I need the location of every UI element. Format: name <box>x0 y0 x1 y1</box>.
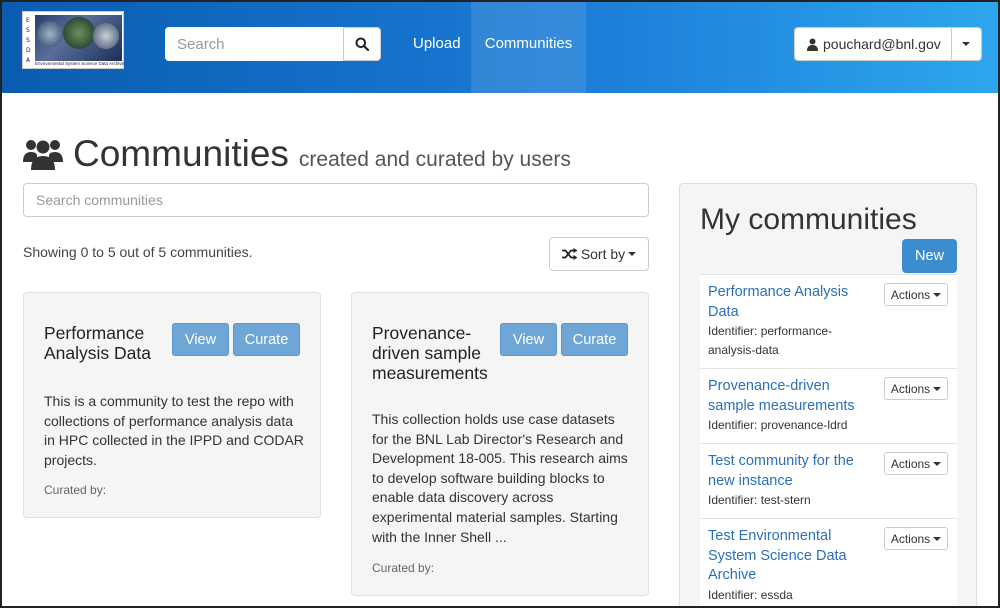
caret-down-icon <box>933 292 942 297</box>
community-card-description: This collection holds use case datasets … <box>372 411 628 545</box>
community-identifier: Identifier: test-stern <box>708 493 811 507</box>
actions-dropdown-button[interactable]: Actions <box>884 527 948 550</box>
logo-image-collage <box>35 15 122 61</box>
community-card-title: Performance Analysis Data <box>44 323 151 363</box>
search-icon <box>355 37 369 51</box>
community-identifier: Identifier: essda <box>708 587 793 602</box>
user-account-button[interactable]: pouchard@bnl.gov <box>794 27 952 61</box>
list-item: Test community for the new instance Iden… <box>700 443 957 518</box>
actions-dropdown-button[interactable]: Actions <box>884 452 948 475</box>
users-group-icon <box>23 140 63 170</box>
community-link[interactable]: Performance Analysis Data <box>708 283 868 322</box>
curated-by-label: Curated by: <box>372 561 435 575</box>
my-communities-panel: My communities New Performance Analysis … <box>679 183 977 608</box>
search-button[interactable] <box>343 27 381 61</box>
page-subtitle: created and curated by users <box>298 148 571 171</box>
essda-logo[interactable]: E S S D A Environmental System Science D… <box>22 11 124 69</box>
user-icon <box>807 38 818 51</box>
nav-communities[interactable]: Communities <box>471 0 586 93</box>
community-card-description: This is a community to test the repo wit… <box>44 393 304 468</box>
sort-by-button[interactable]: Sort by <box>549 237 649 271</box>
community-link[interactable]: Provenance-driven sample measurements <box>708 377 868 416</box>
community-card: Provenance-driven sample measurements Vi… <box>351 292 649 596</box>
communities-search-input[interactable] <box>23 183 649 217</box>
new-community-button[interactable]: New <box>902 239 957 273</box>
curated-by-label: Curated by: <box>44 483 107 497</box>
list-item: Performance Analysis Data Identifier: pe… <box>700 274 957 368</box>
global-search-input[interactable] <box>165 27 343 61</box>
nav-upload[interactable]: Upload <box>397 0 477 93</box>
caret-down-icon <box>933 386 942 391</box>
global-search <box>165 27 381 61</box>
my-communities-title: My communities <box>700 203 917 236</box>
list-item: Test Environmental System Science Data A… <box>700 518 957 608</box>
list-item: Provenance-driven sample measurements Id… <box>700 368 957 443</box>
user-menu: pouchard@bnl.gov <box>794 27 982 61</box>
caret-down-icon <box>628 252 637 256</box>
my-communities-list: Performance Analysis Data Identifier: pe… <box>700 274 957 608</box>
user-email: pouchard@bnl.gov <box>823 36 941 52</box>
community-identifier: Identifier: performance-analysis-data <box>708 324 833 357</box>
results-count: Showing 0 to 5 out of 5 communities. <box>23 244 253 260</box>
view-button[interactable]: View <box>172 323 229 356</box>
community-card: Performance Analysis Data View Curate Th… <box>23 292 321 518</box>
logo-caption: Environmental System Science Data Archiv… <box>35 61 125 66</box>
page-title-text: Communities <box>73 133 289 174</box>
view-button[interactable]: View <box>500 323 557 356</box>
actions-dropdown-button[interactable]: Actions <box>884 377 948 400</box>
actions-dropdown-button[interactable]: Actions <box>884 283 948 306</box>
caret-down-icon <box>933 536 942 541</box>
user-menu-toggle[interactable] <box>951 27 982 61</box>
curate-button[interactable]: Curate <box>561 323 628 356</box>
community-identifier: Identifier: provenance-ldrd <box>708 418 848 432</box>
sort-by-label: Sort by <box>580 246 626 262</box>
community-card-title: Provenance-driven sample measurements <box>372 323 488 383</box>
community-link[interactable]: Test Environmental System Science Data A… <box>708 527 868 586</box>
curate-button[interactable]: Curate <box>233 323 300 356</box>
random-icon <box>561 248 578 260</box>
caret-down-icon <box>962 42 971 46</box>
page-title: Communities created and curated by users <box>23 133 571 175</box>
community-link[interactable]: Test community for the new instance <box>708 452 868 491</box>
caret-down-icon <box>933 461 942 466</box>
logo-letters: E S S D A <box>26 17 31 64</box>
top-navbar: E S S D A Environmental System Science D… <box>0 0 1000 93</box>
